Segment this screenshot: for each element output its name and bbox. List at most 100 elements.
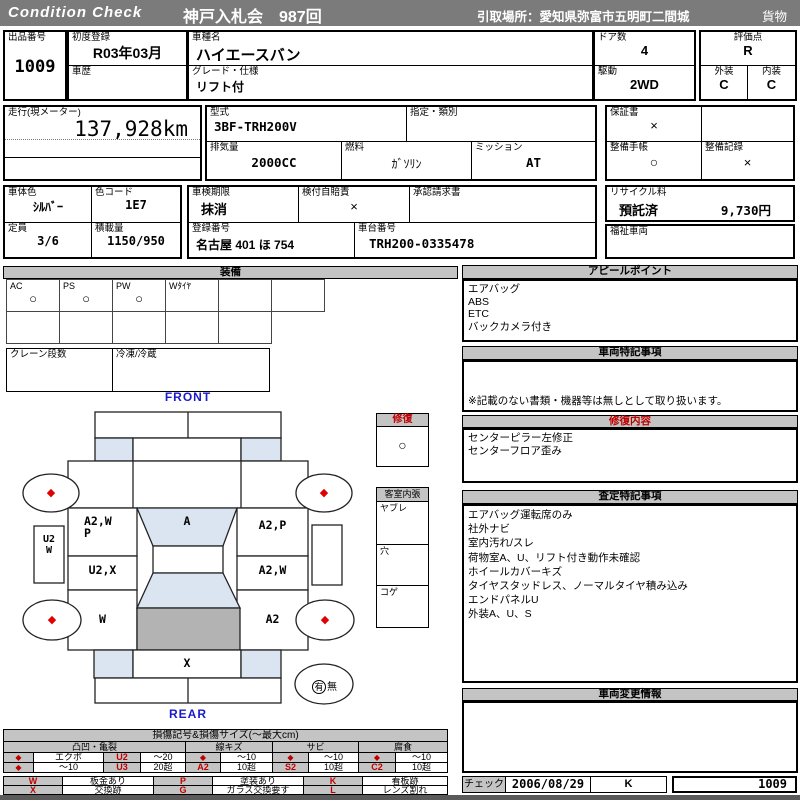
- assessment-line: ホイールカバーキズ: [468, 565, 563, 578]
- displacement-cell: 排気量 2000CC: [207, 142, 342, 179]
- wheel-damage-mark-rear-right: ◆: [320, 614, 330, 626]
- reg-no-value: 名古屋 401 ほ 754: [196, 238, 295, 252]
- auction-title: 神戸入札会 987回: [183, 9, 322, 26]
- appeal-line: エアバッグ: [468, 283, 521, 295]
- wheel-damage-mark-rear-left: ◆: [47, 614, 57, 626]
- cabin-hole-cell: 穴: [376, 544, 429, 586]
- chassis-label: 車台番号: [358, 223, 397, 234]
- lift-presence-no: 無: [327, 682, 337, 693]
- check-label-cell: チェック: [462, 776, 506, 793]
- panel-quarter-right: A2: [265, 612, 280, 626]
- panel-slide-left: U2,X: [88, 563, 117, 577]
- drive-cell: 駆動 2WD: [595, 66, 694, 99]
- model-name-label: 車種名: [192, 32, 221, 43]
- appeal-body: エアバッグ ABS ETC バックカメラ付き: [462, 279, 798, 342]
- legend-code-s2: S2: [272, 762, 309, 773]
- load-label: 積載量: [95, 223, 124, 234]
- vehicle-notes-header: 車両特記事項: [462, 346, 798, 360]
- transmission-label: ミッション: [475, 142, 523, 153]
- transmission-value: AT: [525, 155, 542, 170]
- color-code-label: 色コード: [95, 187, 134, 198]
- assessment-line: エアバッグ運転席のみ: [468, 509, 573, 521]
- designation-label: 指定・類別: [410, 107, 458, 118]
- first-registration-cell: 初度登録 R03年03月: [69, 32, 186, 66]
- chassis-value: TRH200-0335478: [369, 236, 475, 251]
- transmission-cell: ミッション AT: [472, 142, 595, 179]
- body-color-value: ｼﾙﾊﾞｰ: [32, 200, 63, 214]
- crane-cell: クレーン段数: [7, 349, 113, 391]
- repair-detail-line: センターフロア歪み: [468, 444, 562, 457]
- registration-box: 初度登録 R03年03月 車歴: [67, 30, 188, 101]
- assessment-line: 荷物室A、U、リフト付き動作未確認: [468, 551, 641, 564]
- equipment-cell-ac: AC ○: [6, 279, 60, 312]
- cabin-burn-label: コゲ: [380, 587, 399, 597]
- first-registration-label: 初度登録: [72, 32, 111, 43]
- assessment-line: タイヤスタッドレス、ノーマルタイヤ積み込み: [468, 580, 688, 593]
- color-code-value: 1E7: [125, 198, 147, 212]
- welfare-box: 福祉車両: [605, 224, 795, 259]
- capacity-value: 3/6: [37, 234, 59, 248]
- title-bar: Condition Check 神戸入札会 987回 引取場所：愛知県弥富市五明…: [0, 0, 800, 26]
- panel-windshield: A: [183, 514, 191, 528]
- maintenance-record-label: 整備記録: [705, 142, 744, 153]
- vehicle-notes-text: ※記載のない書類・機器等は無しとして取り扱います。: [468, 395, 728, 407]
- assessment-line: エンドパネルU: [468, 594, 539, 607]
- grade-cell: グレード・仕様 リフト付: [189, 66, 592, 99]
- model-name-cell: 車種名 ハイエースバン: [189, 32, 592, 66]
- panel-rocker-left: U2 W: [34, 534, 64, 556]
- legend-cell: レンズ割れ: [362, 785, 448, 795]
- fuel-label: 燃料: [345, 142, 365, 153]
- first-registration-value: R03年03月: [92, 45, 163, 61]
- lot-number-value: 1009: [14, 57, 56, 77]
- change-info-body: [462, 701, 798, 773]
- reg-no-cell: 登録番号 名古屋 401 ほ 754: [189, 223, 355, 257]
- color-code-cell: 色コード 1E7: [92, 187, 180, 223]
- interior-value: C: [766, 77, 777, 92]
- model-name-value: ハイエースバン: [196, 47, 301, 64]
- displacement-label: 排気量: [210, 142, 239, 153]
- model-code-value: 3BF-TRH200V: [214, 119, 297, 134]
- repair-flag-box: ○: [376, 426, 429, 467]
- warranty-value: ×: [650, 118, 658, 133]
- equipment-pw-label: PW: [116, 281, 131, 291]
- repair-detail-header: 修復内容: [462, 415, 798, 428]
- drive-value: 2WD: [630, 77, 659, 92]
- equipment-cell-wtire: Wﾀｲﾔ: [165, 279, 219, 312]
- color-capacity-box: 車体色 ｼﾙﾊﾞｰ 色コード 1E7 定員 3/6 積載量 1150/950: [3, 185, 182, 259]
- legend-cell: 20超: [140, 762, 186, 773]
- load-cell: 積載量 1150/950: [92, 223, 180, 257]
- bottom-edge-bar: [0, 795, 800, 800]
- legend-cell: 10超: [308, 762, 359, 773]
- equipment-cell-empty: [112, 311, 166, 344]
- legend-cell: ガラス交換要す: [212, 785, 304, 795]
- maintenance-record-value: ×: [743, 155, 752, 170]
- equipment-ac-value: ○: [29, 291, 37, 306]
- model-code-cell: 型式 3BF-TRH200V: [207, 107, 407, 142]
- legend-code-u3: U3: [103, 762, 141, 773]
- panel-front-door-left-line2: P: [84, 526, 91, 540]
- inspection-reg-box: 車検期限 抹消 検付自賠責 × 承認請求書 登録番号 名古屋 401 ほ 754…: [187, 185, 597, 259]
- legend-code-l: L: [303, 785, 363, 795]
- legend-code-x: X: [3, 785, 63, 795]
- displacement-value: 2000CC: [251, 155, 297, 170]
- cabin-burn-cell: コゲ: [376, 585, 429, 628]
- cabin-box-header: 客室内張: [376, 487, 429, 502]
- inspection-cell: 車検期限 抹消: [189, 187, 299, 223]
- history-label: 車歴: [72, 66, 92, 77]
- body-color-cell: 車体色 ｼﾙﾊﾞｰ: [5, 187, 92, 223]
- interior-label: 内装: [761, 66, 781, 77]
- inspection-label: 車検期限: [192, 187, 231, 198]
- equipment-ac-label: AC: [10, 281, 23, 291]
- check-inspector-cell: K: [590, 776, 667, 793]
- load-value: 1150/950: [107, 234, 165, 248]
- exterior-label: 外装: [714, 66, 734, 77]
- insurance-cell: 検付自賠責 ×: [299, 187, 410, 223]
- approval-label: 承認請求書: [413, 187, 461, 198]
- assessment-line: 社外ナビ: [468, 523, 510, 536]
- empty-cell: [702, 107, 793, 142]
- fuel-value: ｶﾞｿﾘﾝ: [391, 157, 422, 171]
- divider: [5, 139, 200, 140]
- odometer-box: 走行(現メーター) 137,928km: [3, 105, 202, 181]
- doors-label: ドア数: [598, 32, 627, 43]
- legend-code-a2: A2: [185, 762, 221, 773]
